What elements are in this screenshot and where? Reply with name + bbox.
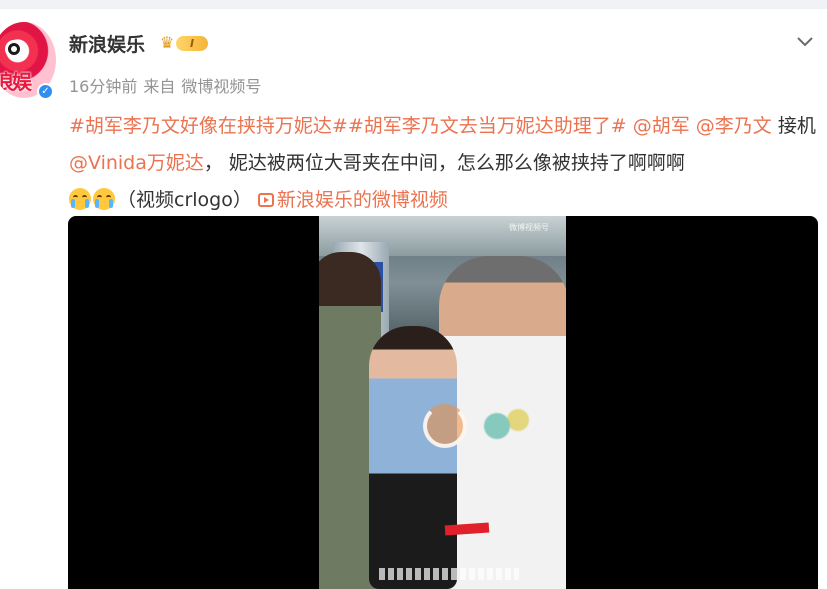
video-player[interactable]: 微博视频号 (68, 216, 818, 589)
video-subtitle (379, 568, 519, 580)
post-text-segment: ， 妮达被两位大哥夹在中间，怎么那么像被挟持了啊啊啊 (203, 152, 685, 174)
logo-eye (5, 40, 23, 58)
source-prefix: 来自 (143, 77, 176, 96)
post-text-segment: （视频crlogo） (117, 189, 252, 211)
crying-emoji-icon (69, 188, 91, 210)
scene-person-center (369, 326, 457, 589)
video-link-icon (257, 193, 274, 207)
hashtag-link[interactable]: #胡军李乃文去当万妮达助理了# (348, 115, 627, 137)
post-meta: 16分钟前 来自 微博视频号 (69, 73, 267, 97)
author-name[interactable]: 新浪娱乐 (69, 30, 145, 57)
post-text: #胡军李乃文好像在挟持万妮达##胡军李乃文去当万妮达助理了# @胡军 @李乃文 … (69, 108, 819, 219)
video-watermark: 微博视频号 (509, 223, 549, 232)
loading-spinner-icon (423, 404, 467, 448)
vip-level: I (176, 36, 208, 51)
crying-emoji-icon (93, 188, 115, 210)
video-link-label: 新浪娱乐的微博视频 (276, 189, 448, 211)
post-source[interactable]: 微博视频号 (181, 77, 261, 96)
avatar-logo-text: 浪娱 (0, 70, 32, 94)
mention-link[interactable]: @Vinida万妮达 (69, 152, 204, 174)
crown-icon: ♛ (159, 33, 175, 52)
verified-icon: ✓ (37, 83, 54, 100)
chevron-down-icon[interactable] (794, 30, 816, 52)
author-avatar[interactable]: 浪娱 ✓ (0, 22, 60, 106)
top-divider-bar (0, 0, 827, 9)
hashtag-link[interactable]: #胡军李乃文好像在挟持万妮达# (69, 115, 348, 137)
mention-link[interactable]: @胡军 (633, 115, 690, 137)
post-text-segment: 接机 (771, 115, 816, 137)
mention-link[interactable]: @李乃文 (696, 115, 772, 137)
vip-badge[interactable]: ♛ I (156, 32, 210, 54)
shirt-print (469, 396, 539, 456)
post-time[interactable]: 16分钟前 (69, 77, 137, 96)
video-frame: 微博视频号 (319, 216, 566, 589)
video-link[interactable]: 新浪娱乐的微博视频 (257, 189, 448, 211)
